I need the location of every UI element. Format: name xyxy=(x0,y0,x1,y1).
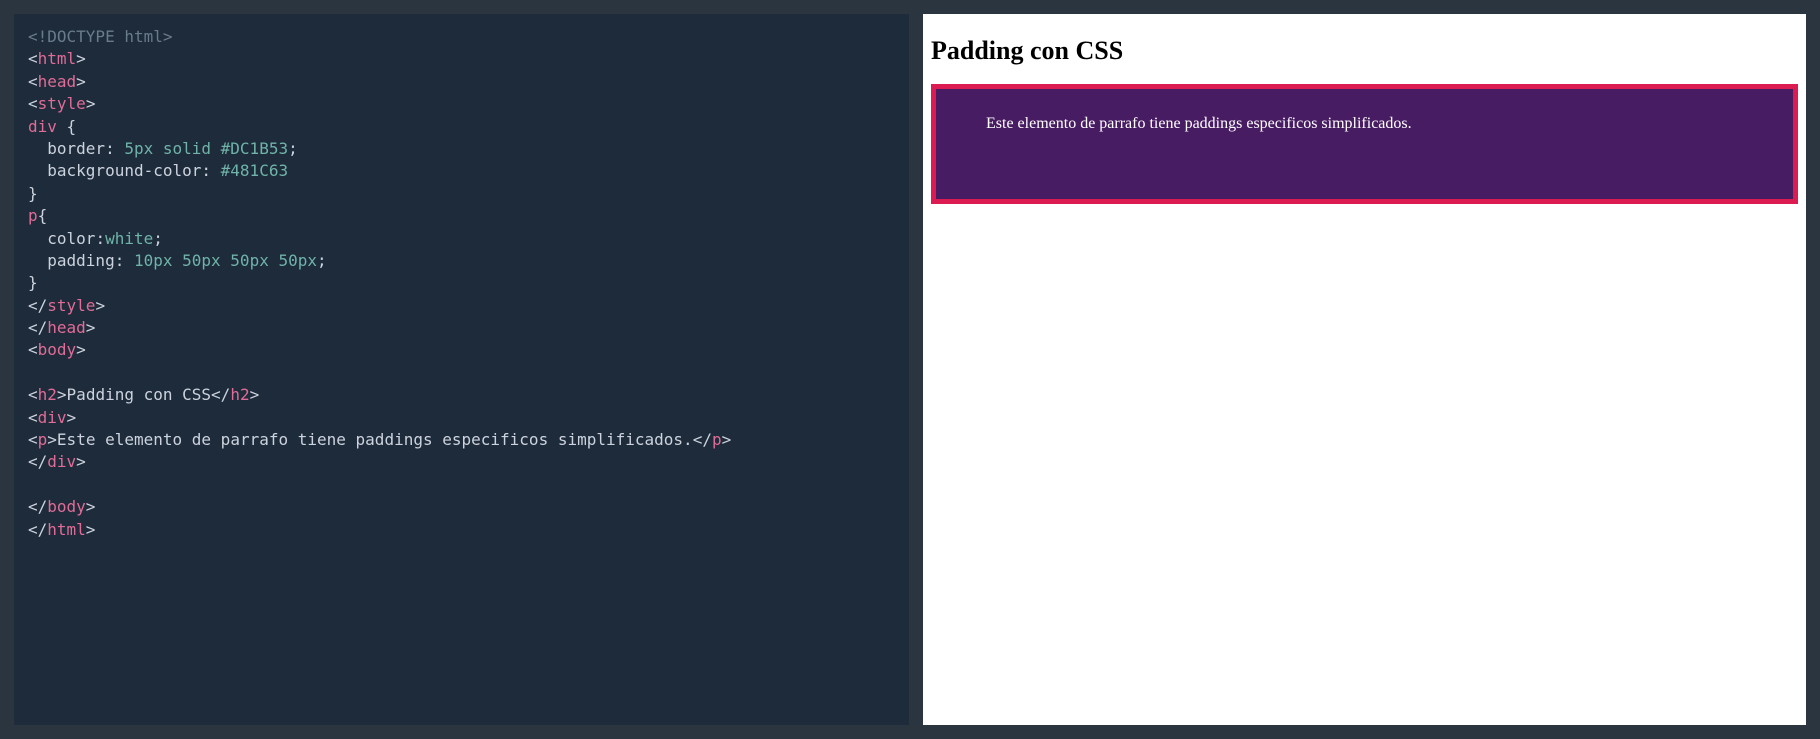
code-token: </ xyxy=(28,452,47,471)
code-token: > xyxy=(86,497,96,516)
code-token: : xyxy=(115,251,134,270)
code-token: Padding con CSS xyxy=(67,385,212,404)
code-token: div xyxy=(47,452,76,471)
code-token: } xyxy=(28,184,38,203)
preview-pane: Padding con CSS Este elemento de parrafo… xyxy=(923,14,1806,725)
code-token: } xyxy=(28,273,38,292)
code-token: div xyxy=(28,117,57,136)
code-token: > xyxy=(47,430,57,449)
code-token: > xyxy=(250,385,260,404)
code-token: color xyxy=(28,229,95,248)
code-token: p xyxy=(712,430,722,449)
code-token: </ xyxy=(28,318,47,337)
code-editor[interactable]: <!DOCTYPE html> <html> <head> <style> di… xyxy=(14,14,909,725)
code-token: style xyxy=(47,296,95,315)
code-token: p xyxy=(38,430,48,449)
code-token: ; xyxy=(288,139,298,158)
code-token: h2 xyxy=(230,385,249,404)
code-token: html xyxy=(38,49,77,68)
code-token: ; xyxy=(153,229,163,248)
code-token: head xyxy=(47,318,86,337)
code-token: border xyxy=(28,139,105,158)
code-token: body xyxy=(38,340,77,359)
code-token: </ xyxy=(28,520,47,539)
code-token: style xyxy=(38,94,86,113)
code-token: > xyxy=(76,49,86,68)
code-token: < xyxy=(28,94,38,113)
code-token: </ xyxy=(211,385,230,404)
split-view: <!DOCTYPE html> <html> <head> <style> di… xyxy=(0,0,1820,739)
code-token: > xyxy=(86,520,96,539)
code-token: </ xyxy=(28,296,47,315)
code-token: p xyxy=(28,206,38,225)
code-token: < xyxy=(28,49,38,68)
code-token: > xyxy=(76,340,86,359)
code-token: < xyxy=(28,408,38,427)
code-token: > xyxy=(722,430,732,449)
code-token: ; xyxy=(317,251,327,270)
code-token: < xyxy=(28,72,38,91)
code-token: : xyxy=(201,161,220,180)
code-token: < xyxy=(28,385,38,404)
code-token: html xyxy=(47,520,86,539)
code-token: #481C63 xyxy=(221,161,288,180)
code-token: </ xyxy=(28,497,47,516)
preview-box: Este elemento de parrafo tiene paddings … xyxy=(931,84,1798,204)
code-token: <!DOCTYPE html> xyxy=(28,27,173,46)
code-token: 10px 50px 50px 50px xyxy=(134,251,317,270)
code-token: h2 xyxy=(38,385,57,404)
code-token: white xyxy=(105,229,153,248)
code-token: > xyxy=(95,296,105,315)
preview-paragraph: Este elemento de parrafo tiene paddings … xyxy=(936,105,1793,183)
code-token: > xyxy=(86,94,96,113)
code-token: { xyxy=(38,206,48,225)
code-token: padding xyxy=(28,251,115,270)
code-token: head xyxy=(38,72,77,91)
code-token: : xyxy=(105,139,124,158)
code-token: > xyxy=(76,452,86,471)
code-content[interactable]: <!DOCTYPE html> <html> <head> <style> di… xyxy=(28,26,895,541)
code-token: > xyxy=(67,408,77,427)
code-token: body xyxy=(47,497,86,516)
code-token: > xyxy=(57,385,67,404)
code-token: < xyxy=(28,340,38,359)
code-token: 5px solid #DC1B53 xyxy=(124,139,288,158)
code-token: Este elemento de parrafo tiene paddings … xyxy=(57,430,693,449)
code-token: </ xyxy=(693,430,712,449)
code-token: div xyxy=(38,408,67,427)
code-token: background-color xyxy=(28,161,201,180)
preview-heading: Padding con CSS xyxy=(931,36,1798,66)
code-token: { xyxy=(57,117,76,136)
code-token: > xyxy=(86,318,96,337)
code-token: > xyxy=(76,72,86,91)
code-token: < xyxy=(28,430,38,449)
code-token: : xyxy=(95,229,105,248)
